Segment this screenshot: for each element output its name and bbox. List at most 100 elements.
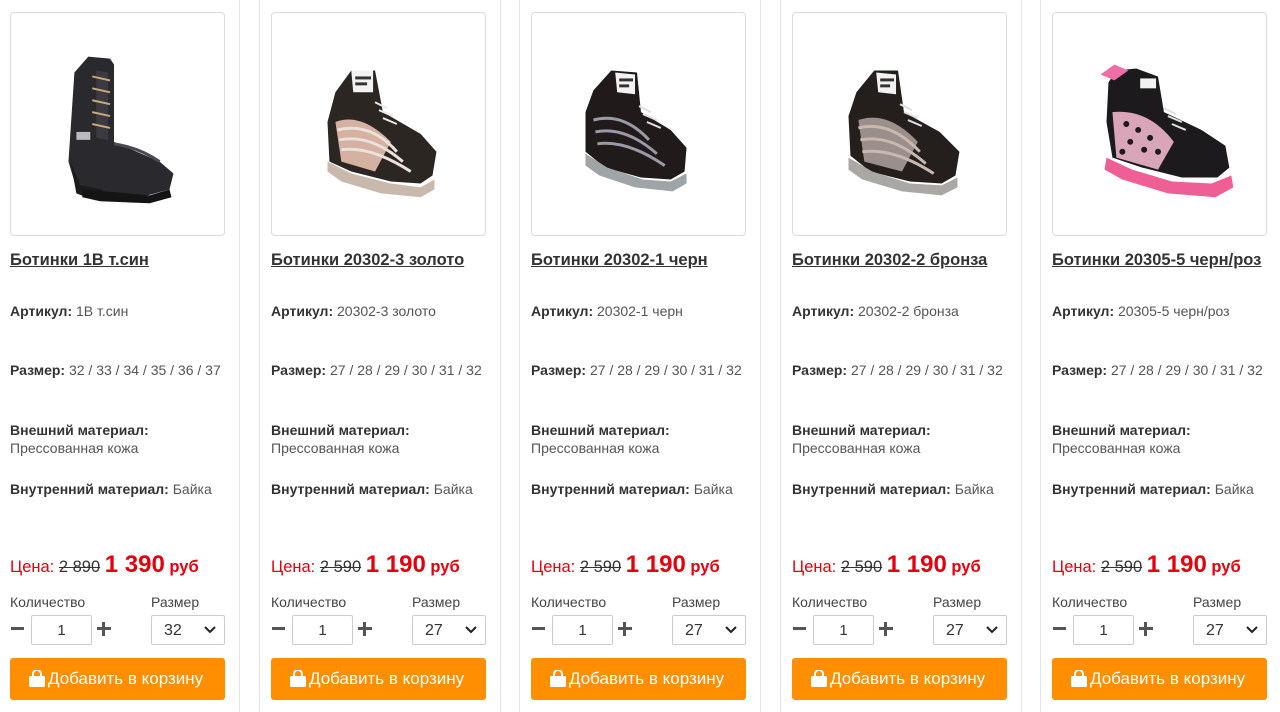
- product-title[interactable]: Ботинки 20305-5 черн/роз: [1052, 248, 1280, 272]
- article-value: 20302-3 золото: [337, 303, 436, 319]
- size-select[interactable]: 32: [151, 615, 225, 645]
- size-selected: 32: [164, 622, 182, 639]
- product-card: Ботинки 20302-3 золото Артикул: 20302-3 …: [259, 0, 501, 712]
- shopping-bag-icon: [811, 670, 827, 687]
- article-row: Артикул: 1В т.син: [10, 303, 129, 319]
- quantity-label: Количество: [1052, 594, 1128, 610]
- add-to-cart-button[interactable]: Добавить в корзину: [10, 658, 225, 700]
- inner-material-value: Байка: [954, 481, 994, 497]
- inner-material-value: Байка: [1214, 481, 1254, 497]
- currency: руб: [690, 558, 720, 576]
- add-to-cart-label: Добавить в корзину: [48, 669, 204, 688]
- new-price: 1 190: [625, 551, 686, 578]
- chevron-down-icon: [986, 626, 998, 634]
- size-select[interactable]: 27: [1193, 615, 1267, 645]
- article-value: 20302-1 черн: [597, 303, 683, 319]
- minus-icon[interactable]: [792, 621, 808, 637]
- minus-icon[interactable]: [1052, 621, 1068, 637]
- price-label: Цена:: [1052, 558, 1097, 576]
- article-row: Артикул: 20302-3 золото: [271, 303, 436, 319]
- plus-icon[interactable]: [617, 621, 633, 637]
- quantity-label: Количество: [792, 594, 868, 610]
- quantity-input[interactable]: [552, 615, 613, 645]
- plus-icon[interactable]: [1138, 621, 1154, 637]
- product-title[interactable]: Ботинки 20302-2 бронза: [792, 248, 1020, 272]
- size-select[interactable]: 27: [672, 615, 746, 645]
- product-image[interactable]: [271, 12, 486, 236]
- add-to-cart-button[interactable]: Добавить в корзину: [1052, 658, 1267, 700]
- product-title[interactable]: Ботинки 1В т.син: [10, 248, 238, 272]
- plus-icon[interactable]: [357, 621, 373, 637]
- add-to-cart-button[interactable]: Добавить в корзину: [271, 658, 486, 700]
- product-image[interactable]: [10, 12, 225, 236]
- size-select-label: Размер: [1193, 594, 1242, 610]
- new-price: 1 190: [886, 551, 947, 578]
- plus-icon[interactable]: [96, 621, 112, 637]
- outer-material-row: Внешний материал: Прессованная кожа: [271, 422, 410, 456]
- shopping-bag-icon: [29, 670, 45, 687]
- old-price: 2 590: [579, 558, 622, 576]
- product-title[interactable]: Ботинки 20302-3 золото: [271, 248, 499, 272]
- quantity-input[interactable]: [292, 615, 353, 645]
- currency: руб: [1211, 558, 1241, 576]
- outer-material-row: Внешний материал: Прессованная кожа: [1052, 422, 1191, 456]
- outer-material-value: Прессованная кожа: [531, 440, 660, 456]
- sizes-row: Размер: 27 / 28 / 29 / 30 / 31 / 32: [792, 362, 1003, 378]
- quantity-label: Количество: [531, 594, 607, 610]
- outer-material-row: Внешний материал: Прессованная кожа: [792, 422, 931, 456]
- sizes-value: 27 / 28 / 29 / 30 / 31 / 32: [1110, 362, 1263, 378]
- black-sneaker-boot-icon: [585, 70, 687, 192]
- price-label: Цена:: [792, 558, 837, 576]
- price-row: Цена: 2 590 1 190 руб: [1052, 550, 1280, 582]
- minus-icon[interactable]: [10, 621, 26, 637]
- outer-material-row: Внешний материал: Прессованная кожа: [531, 422, 670, 456]
- product-title[interactable]: Ботинки 20302-1 черн: [531, 248, 759, 272]
- article-row: Артикул: 20305-5 черн/роз: [1052, 303, 1230, 319]
- quantity-label: Количество: [10, 594, 86, 610]
- quantity-input[interactable]: [31, 615, 92, 645]
- chevron-down-icon: [725, 626, 737, 634]
- add-to-cart-button[interactable]: Добавить в корзину: [792, 658, 1007, 700]
- article-value: 1В т.син: [76, 303, 129, 319]
- product-grid: Ботинки 1В т.син Артикул: 1В т.син Разме…: [0, 0, 1280, 712]
- price-label: Цена:: [271, 558, 316, 576]
- article-row: Артикул: 20302-2 бронза: [792, 303, 959, 319]
- inner-material-row: Внутренний материал: Байка: [271, 481, 473, 497]
- currency: руб: [951, 558, 981, 576]
- size-select[interactable]: 27: [933, 615, 1007, 645]
- minus-icon[interactable]: [531, 621, 547, 637]
- price-row: Цена: 2 590 1 190 руб: [271, 550, 501, 582]
- size-select-label: Размер: [672, 594, 721, 610]
- add-to-cart-label: Добавить в корзину: [1090, 669, 1246, 688]
- old-price: 2 590: [1100, 558, 1143, 576]
- plus-icon[interactable]: [878, 621, 894, 637]
- sizes-row: Размер: 32 / 33 / 34 / 35 / 36 / 37: [10, 362, 221, 378]
- add-to-cart-button[interactable]: Добавить в корзину: [531, 658, 746, 700]
- product-image[interactable]: [531, 12, 746, 236]
- product-card: Ботинки 1В т.син Артикул: 1В т.син Разме…: [0, 0, 240, 712]
- product-image[interactable]: [792, 12, 1007, 236]
- size-select[interactable]: 27: [412, 615, 486, 645]
- size-select-label: Размер: [412, 594, 461, 610]
- sizes-value: 27 / 28 / 29 / 30 / 31 / 32: [329, 362, 482, 378]
- sizes-row: Размер: 27 / 28 / 29 / 30 / 31 / 32: [1052, 362, 1263, 378]
- quantity-label: Количество: [271, 594, 347, 610]
- size-selected: 27: [425, 622, 443, 639]
- price-label: Цена:: [531, 558, 576, 576]
- currency: руб: [169, 558, 199, 576]
- shopping-bag-icon: [290, 670, 306, 687]
- minus-icon[interactable]: [271, 621, 287, 637]
- currency: руб: [430, 558, 460, 576]
- old-price: 2 590: [319, 558, 362, 576]
- product-card: Ботинки 20302-2 бронза Артикул: 20302-2 …: [780, 0, 1022, 712]
- inner-material-value: Байка: [172, 481, 212, 497]
- size-select-label: Размер: [933, 594, 982, 610]
- chevron-down-icon: [1246, 626, 1258, 634]
- quantity-input[interactable]: [813, 615, 874, 645]
- quantity-input[interactable]: [1073, 615, 1134, 645]
- outer-material-value: Прессованная кожа: [10, 440, 139, 456]
- outer-material-value: Прессованная кожа: [1052, 440, 1181, 456]
- product-image[interactable]: [1052, 12, 1267, 236]
- add-to-cart-label: Добавить в корзину: [830, 669, 986, 688]
- inner-material-row: Внутренний материал: Байка: [10, 481, 212, 497]
